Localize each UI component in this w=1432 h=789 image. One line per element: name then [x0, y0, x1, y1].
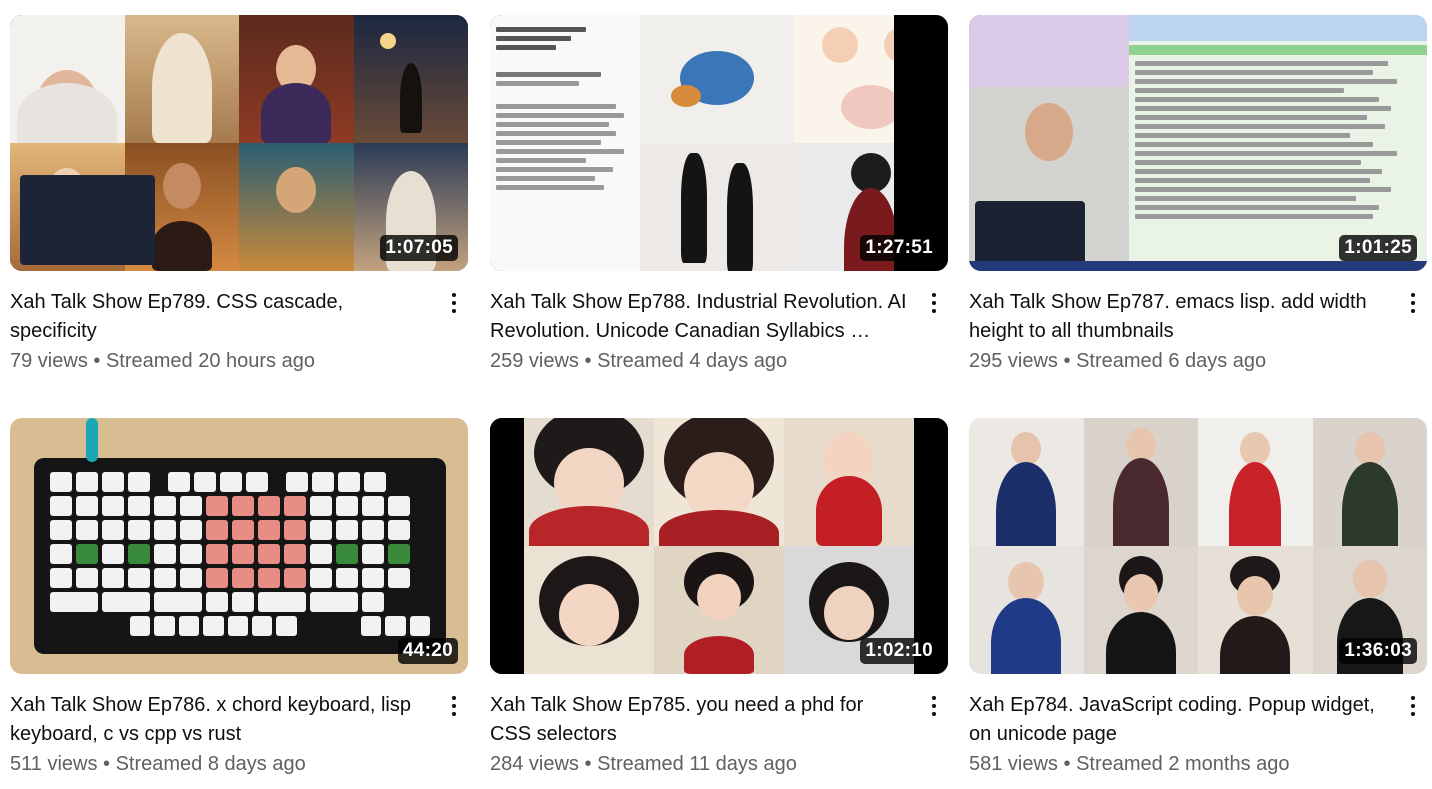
- video-title[interactable]: Xah Talk Show Ep787. emacs lisp. add wid…: [969, 288, 1387, 346]
- thumbnail-image: [490, 15, 948, 271]
- upload-age: Streamed 6 days ago: [1076, 350, 1267, 372]
- stats-separator: •: [578, 753, 598, 775]
- video-card[interactable]: 1:27:51 Xah Talk Show Ep788. Industrial …: [490, 15, 948, 376]
- stats-separator: •: [578, 350, 598, 372]
- more-vert-icon[interactable]: [1401, 692, 1425, 720]
- video-stats: 295 views • Streamed 6 days ago: [969, 347, 1387, 376]
- view-count: 511 views: [10, 753, 98, 775]
- keyboard-image: [20, 175, 155, 265]
- view-count: 79 views: [10, 350, 88, 372]
- more-vert-icon[interactable]: [442, 692, 466, 720]
- video-thumbnail[interactable]: 44:20: [10, 418, 468, 674]
- view-count: 581 views: [969, 753, 1058, 775]
- upload-age: Streamed 11 days ago: [597, 753, 797, 775]
- more-vert-icon[interactable]: [1401, 289, 1425, 317]
- upload-age: Streamed 8 days ago: [115, 753, 306, 775]
- upload-age: Streamed 4 days ago: [597, 350, 788, 372]
- view-count: 259 views: [490, 350, 579, 372]
- video-duration: 1:01:25: [1339, 235, 1417, 261]
- upload-age: Streamed 20 hours ago: [105, 350, 315, 372]
- video-duration: 44:20: [397, 638, 458, 664]
- video-thumbnail[interactable]: 1:07:05: [10, 15, 468, 271]
- stats-separator: •: [1057, 753, 1077, 775]
- more-vert-icon[interactable]: [442, 289, 466, 317]
- video-thumbnail[interactable]: 1:36:03: [969, 418, 1427, 674]
- video-title[interactable]: Xah Talk Show Ep788. Industrial Revoluti…: [490, 288, 908, 346]
- view-count: 284 views: [490, 753, 579, 775]
- video-details: Xah Talk Show Ep787. emacs lisp. add wid…: [969, 271, 1427, 376]
- video-stats: 79 views • Streamed 20 hours ago: [10, 347, 428, 376]
- video-details: Xah Ep784. JavaScript coding. Popup widg…: [969, 674, 1427, 779]
- upload-age: Streamed 2 months ago: [1076, 753, 1290, 775]
- video-title[interactable]: Xah Ep784. JavaScript coding. Popup widg…: [969, 691, 1387, 749]
- stats-separator: •: [1057, 350, 1077, 372]
- thumbnail-image: [969, 15, 1427, 271]
- video-details: Xah Talk Show Ep785. you need a phd for …: [490, 674, 948, 779]
- thumbnail-image: [524, 418, 914, 674]
- more-vert-icon[interactable]: [922, 692, 946, 720]
- video-duration: 1:36:03: [1339, 638, 1417, 664]
- video-card[interactable]: 44:20 Xah Talk Show Ep786. x chord keybo…: [10, 418, 468, 779]
- video-details: Xah Talk Show Ep786. x chord keyboard, l…: [10, 674, 468, 779]
- video-duration: 1:02:10: [860, 638, 938, 664]
- video-stats: 259 views • Streamed 4 days ago: [490, 347, 908, 376]
- video-duration: 1:27:51: [860, 235, 938, 261]
- video-duration: 1:07:05: [380, 235, 458, 261]
- video-card[interactable]: 1:02:10 Xah Talk Show Ep785. you need a …: [490, 418, 948, 779]
- video-thumbnail[interactable]: 1:27:51: [490, 15, 948, 271]
- video-grid: 1:07:05 Xah Talk Show Ep789. CSS cascade…: [0, 0, 1432, 789]
- video-thumbnail[interactable]: 1:01:25: [969, 15, 1427, 271]
- video-thumbnail[interactable]: 1:02:10: [490, 418, 948, 674]
- more-vert-icon[interactable]: [922, 289, 946, 317]
- thumbnail-image: [969, 418, 1427, 674]
- video-details: Xah Talk Show Ep788. Industrial Revoluti…: [490, 271, 948, 376]
- video-details: Xah Talk Show Ep789. CSS cascade, specif…: [10, 271, 468, 376]
- video-card[interactable]: 1:01:25 Xah Talk Show Ep787. emacs lisp.…: [969, 15, 1427, 376]
- video-stats: 284 views • Streamed 11 days ago: [490, 750, 908, 779]
- view-count: 295 views: [969, 350, 1058, 372]
- video-stats: 511 views • Streamed 8 days ago: [10, 750, 428, 779]
- video-card[interactable]: 1:07:05 Xah Talk Show Ep789. CSS cascade…: [10, 15, 468, 376]
- video-card[interactable]: 1:36:03 Xah Ep784. JavaScript coding. Po…: [969, 418, 1427, 779]
- video-title[interactable]: Xah Talk Show Ep786. x chord keyboard, l…: [10, 691, 428, 749]
- video-title[interactable]: Xah Talk Show Ep789. CSS cascade, specif…: [10, 288, 428, 346]
- thumbnail-image: [34, 458, 446, 654]
- stats-separator: •: [87, 350, 106, 372]
- stats-separator: •: [97, 753, 116, 775]
- video-stats: 581 views • Streamed 2 months ago: [969, 750, 1387, 779]
- video-title[interactable]: Xah Talk Show Ep785. you need a phd for …: [490, 691, 908, 749]
